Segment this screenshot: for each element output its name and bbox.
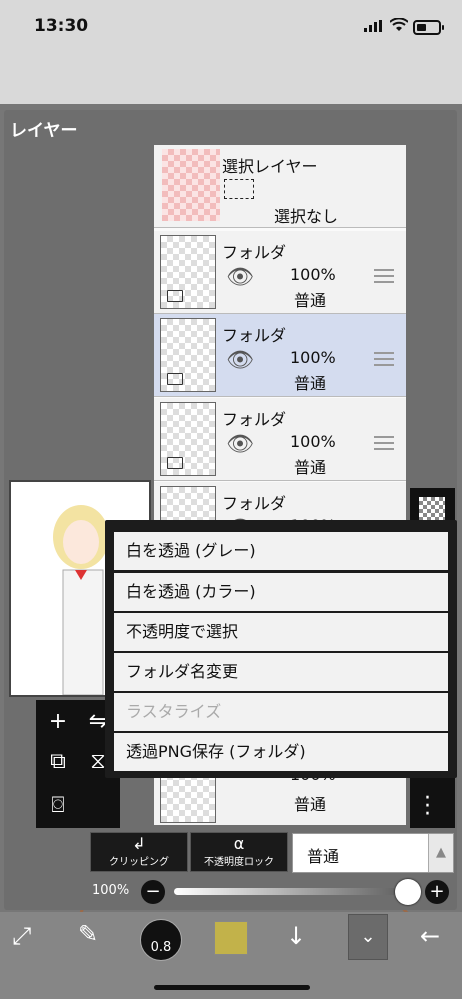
layer-title: フォルダ <box>222 410 287 429</box>
opacity-minus-button[interactable]: − <box>141 880 165 904</box>
layer-row[interactable]: フォルダ 👁 100% 普通 <box>154 314 406 397</box>
layer-title: フォルダ <box>222 243 287 262</box>
collapse-chevron-icon[interactable]: ⌄ <box>348 914 388 960</box>
layer-selection[interactable]: 選択レイヤー 選択なし <box>154 145 406 228</box>
eye-icon[interactable]: 👁 <box>226 432 254 457</box>
eye-icon[interactable]: 👁 <box>226 265 254 290</box>
drag-handle-icon[interactable] <box>374 436 394 450</box>
color-swatch[interactable] <box>214 921 248 955</box>
brush-size-value: 0.8 <box>150 940 172 955</box>
brush-icon[interactable]: ✎ <box>78 920 98 948</box>
opacity-label: 100% <box>92 883 130 898</box>
back-arrow-icon[interactable]: ← <box>420 922 440 950</box>
menu-item-rasterize: ラスタライズ <box>114 693 448 731</box>
opacity-slider[interactable] <box>174 888 420 895</box>
home-indicator <box>154 985 310 990</box>
layer-blend: 普通 <box>294 291 327 310</box>
panel-title: レイヤー <box>10 121 78 141</box>
layer-title: 選択レイヤー <box>222 157 318 176</box>
drag-handle-icon[interactable] <box>374 352 394 366</box>
layer-opacity: 100% <box>290 265 336 284</box>
blend-mode-value: 普通 <box>307 847 340 866</box>
layer-thumbnail <box>162 149 220 221</box>
layer-row[interactable]: フォルダ 👁 100% 普通 <box>154 398 406 481</box>
selection-icon <box>224 179 254 199</box>
menu-item-select-by-opacity[interactable]: 不透明度で選択 <box>114 613 448 651</box>
more-options-icon[interactable]: · · · <box>424 788 431 826</box>
folder-icon <box>167 373 183 385</box>
menu-item-transparent-white-color[interactable]: 白を透過 (カラー) <box>114 573 448 611</box>
wifi-icon <box>389 17 409 36</box>
eye-icon[interactable]: 👁 <box>226 348 254 373</box>
camera-icon[interactable]: ⌼ <box>38 786 78 826</box>
lock-icon: α <box>233 834 245 853</box>
opacity-row: 100% − + <box>0 878 462 908</box>
selection-status: 選択なし <box>274 207 339 226</box>
layer-thumbnail <box>160 235 216 309</box>
transform-icon[interactable]: ⤢ <box>12 922 31 950</box>
blend-mode-select[interactable]: 普通 ▲ <box>292 833 454 873</box>
signal-icon <box>364 20 382 32</box>
clipping-button[interactable]: ↲ クリッピング <box>90 832 188 872</box>
clipping-label: クリッピング <box>109 857 169 868</box>
layer-thumbnail <box>160 318 216 392</box>
layer-blend: 普通 <box>294 795 327 814</box>
folder-icon <box>167 290 183 302</box>
layer-thumbnail <box>160 402 216 476</box>
opacity-plus-button[interactable]: + <box>425 880 449 904</box>
drag-handle-icon[interactable] <box>374 269 394 283</box>
add-layer-icon[interactable]: + <box>38 702 78 742</box>
folder-icon <box>167 457 183 469</box>
layer-row[interactable]: フォルダ 👁 100% 普通 <box>154 231 406 314</box>
status-time: 13:30 <box>34 16 89 36</box>
layer-opacity: 100% <box>290 348 336 367</box>
menu-item-transparent-white-gray[interactable]: 白を透過 (グレー) <box>114 532 448 570</box>
layer-title: フォルダ <box>222 326 287 345</box>
layer-opacity: 100% <box>290 432 336 451</box>
layer-title: フォルダ <box>222 494 287 513</box>
layer-blend: 普通 <box>294 458 327 477</box>
duplicate-layer-icon[interactable]: ⧉ <box>38 742 78 782</box>
status-bar: 13:30 <box>0 0 462 104</box>
brush-size-button[interactable]: 0.8 <box>140 919 182 961</box>
menu-item-save-transparent-png[interactable]: 透過PNG保存 (フォルダ) <box>114 733 448 771</box>
arrow-down-icon[interactable]: ↓ <box>286 922 306 950</box>
menu-item-rename-folder[interactable]: フォルダ名変更 <box>114 653 448 691</box>
battery-icon <box>413 20 444 35</box>
opacity-lock-label: 不透明度ロック <box>204 857 274 868</box>
opacity-slider-knob[interactable] <box>395 879 421 905</box>
dropdown-arrow-icon: ▲ <box>428 834 453 872</box>
clipping-icon: ↲ <box>132 834 146 853</box>
opacity-lock-button[interactable]: α 不透明度ロック <box>190 832 288 872</box>
layer-blend: 普通 <box>294 374 327 393</box>
